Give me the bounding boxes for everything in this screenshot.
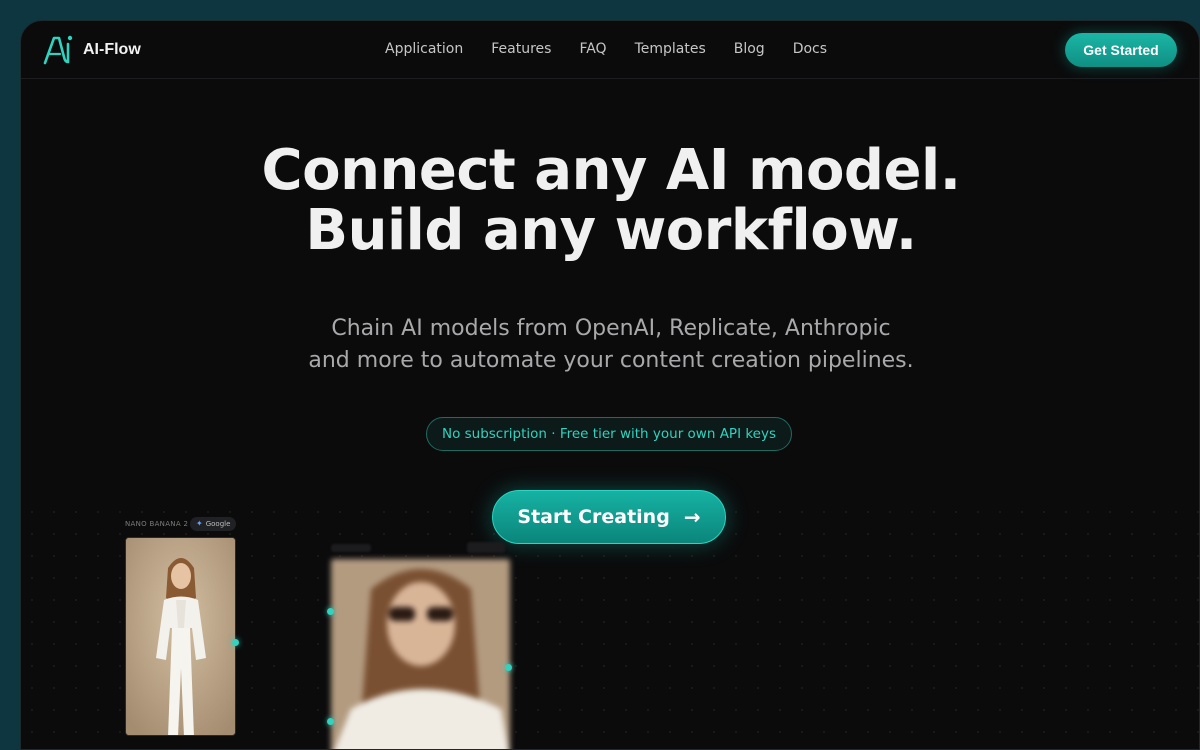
get-started-button[interactable]: Get Started	[1065, 33, 1177, 67]
nav-item-templates[interactable]: Templates	[635, 41, 706, 57]
nav-item-application[interactable]: Application	[385, 41, 463, 57]
nav-item-docs[interactable]: Docs	[793, 41, 827, 57]
subtitle-line-2: and more to automate your content creati…	[308, 348, 914, 373]
input-connector-bottom[interactable]	[327, 718, 334, 725]
input-connector-top[interactable]	[327, 608, 334, 615]
nav-item-features[interactable]: Features	[491, 41, 551, 57]
blurred-output-image[interactable]	[331, 559, 510, 749]
provider-name: Google	[205, 520, 231, 528]
page-frame: AI-Flow Application Features FAQ Templat…	[20, 20, 1200, 750]
headline-line-1: Connect any AI model.	[261, 138, 961, 203]
arrow-right-icon: →	[683, 505, 701, 529]
headline-line-2: Build any workflow.	[305, 198, 917, 263]
ai-flow-logo-icon	[43, 35, 73, 65]
hero-headline: Connect any AI model. Build any workflow…	[21, 138, 1199, 263]
nav-item-faq[interactable]: FAQ	[579, 41, 606, 57]
output-connector-right[interactable]	[505, 664, 512, 671]
logo[interactable]: AI-Flow	[41, 33, 141, 67]
nav-item-blog[interactable]: Blog	[734, 41, 765, 57]
woman-portrait-image	[126, 538, 235, 735]
blurred-provider-badge	[467, 542, 505, 553]
start-creating-label: Start Creating	[517, 506, 670, 528]
pricing-pill: No subscription · Free tier with your ow…	[426, 417, 792, 451]
hero-subtitle: Chain AI models from OpenAI, Replicate, …	[21, 313, 1199, 377]
node-model-label: NANO BANANA 2	[125, 520, 189, 528]
start-creating-button[interactable]: Start Creating →	[492, 490, 726, 544]
nav-menu: Application Features FAQ Templates Blog …	[385, 41, 827, 57]
top-nav: AI-Flow Application Features FAQ Templat…	[21, 21, 1199, 79]
woman-sunglasses-image	[331, 559, 510, 749]
blurred-node-label	[331, 544, 371, 552]
output-connector[interactable]	[232, 639, 239, 646]
sparkle-icon: ✦	[196, 519, 203, 528]
app-name: AI-Flow	[83, 41, 141, 58]
subtitle-line-1: Chain AI models from OpenAI, Replicate, …	[331, 316, 891, 341]
generated-image-thumbnail[interactable]	[125, 537, 236, 736]
provider-badge: ✦ Google	[190, 517, 237, 531]
